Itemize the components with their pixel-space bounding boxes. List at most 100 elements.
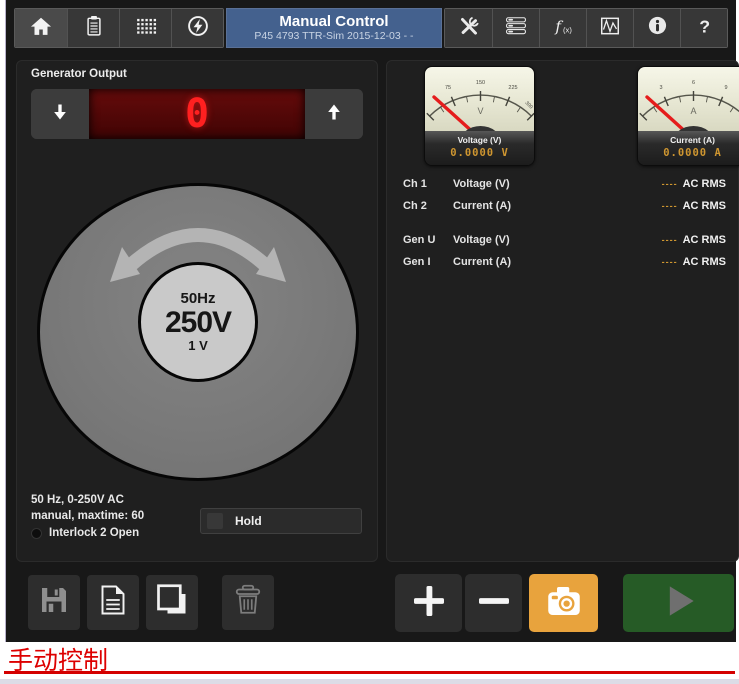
voltage-meter-band: Voltage (V) 0.0000 V [425,131,534,166]
toolbar-left-group [14,8,224,48]
snapshot-button[interactable] [529,574,598,632]
channel-value: ---- [662,179,678,189]
channel-unit: AC RMS [683,256,726,268]
save-icon [36,582,72,623]
channel-id: Gen I [403,256,453,268]
dial-knob[interactable]: 50Hz 250V 1 V [138,262,258,382]
plus-icon [409,581,449,626]
svg-text:f: f [554,17,563,35]
meter-unit-letter: A [690,106,696,116]
knob-frequency: 50Hz [180,290,215,307]
generator-info: 50 Hz, 0-250V AC manual, maxtime: 60 Int… [31,492,144,541]
channel-id: Ch 2 [403,200,453,212]
meter-needle [647,97,694,131]
document-icon [95,582,131,623]
hold-checkbox[interactable] [207,513,223,529]
power-button[interactable] [171,9,223,47]
copy-icon [154,582,190,623]
tick-label: 6 [692,80,695,86]
rotary-dial[interactable]: 50Hz 250V 1 V [37,183,359,481]
output-value: 0 [185,91,209,137]
svg-text:(x): (x) [563,25,572,34]
power-icon [184,12,212,45]
tick-label: 225 [508,85,517,91]
new-document-button[interactable] [87,575,139,630]
home-button[interactable] [15,9,67,47]
report-button[interactable] [67,9,119,47]
increase-button[interactable] [305,89,363,139]
channel-unit: AC RMS [683,178,726,190]
play-icon [657,579,701,628]
meter-unit-letter: V [477,106,483,116]
channel-id: Ch 1 [403,178,453,190]
channel-row: Ch 2 Current (A) ---- AC RMS [403,198,726,213]
output-value-display: 0 [89,89,305,139]
camera-icon [543,580,585,627]
save-button[interactable] [28,575,80,630]
waveform-icon [597,13,623,44]
meter-name: Current (A) [638,131,739,145]
grid-icon [133,13,159,44]
function-icon: f(x) [548,12,578,45]
help-button[interactable]: ? [680,9,727,47]
current-meter-band: Current (A) 0.0000 A [638,131,739,166]
app-window: Manual Control P45 4793 TTR-Sim 2015-12-… [5,0,736,642]
interlock-row: Interlock 2 Open [31,525,144,541]
knob-step: 1 V [188,338,208,354]
interlock-indicator [31,528,42,539]
waveform-button[interactable] [586,9,633,47]
arrow-up-icon [324,102,344,127]
decrease-button[interactable] [31,89,89,139]
range-text: 50 Hz, 0-250V AC [31,492,144,508]
voltage-meter-face: 75 150 225 300 V [425,67,534,131]
channel-unit: AC RMS [683,200,726,212]
generator-heading: Generator Output [31,68,127,80]
info-button[interactable] [633,9,680,47]
channel-row: Gen U Voltage (V) ---- AC RMS [403,232,726,247]
settings-button[interactable] [445,9,492,47]
tick-label: 3 [659,85,662,91]
checklist-icon [81,13,107,44]
channel-row: Gen I Current (A) ---- AC RMS [403,254,726,269]
mode-text: manual, maxtime: 60 [31,508,144,524]
knob-voltage: 250V [165,307,231,338]
voltage-meter: 75 150 225 300 V Voltage (V) 0.0000 V [424,66,535,166]
minus-icon [474,581,514,626]
info-icon [644,12,671,44]
channel-row: Ch 1 Voltage (V) ---- AC RMS [403,176,726,191]
page-title: Manual Control [279,13,388,30]
channel-name: Voltage (V) [453,234,662,246]
tick-label: 150 [476,80,485,86]
hold-button[interactable]: Hold [200,508,362,534]
formula-button[interactable]: f(x) [539,9,586,47]
start-button[interactable] [623,574,734,632]
channel-name: Current (A) [453,256,662,268]
matrix-button[interactable] [119,9,171,47]
output-display-row: 0 [31,89,363,139]
current-meter: 3 6 9 12 A Current (A) 0.0000 A [637,66,739,166]
channel-value: ---- [662,235,678,245]
title-block: Manual Control P45 4793 TTR-Sim 2015-12-… [226,8,442,48]
meter-name: Voltage (V) [425,131,534,145]
channel-name: Voltage (V) [453,178,662,190]
tick-label: 300 [524,100,534,110]
meter-needle [434,97,481,131]
tick-label: 75 [445,85,451,91]
generator-panel: Generator Output 0 [16,60,378,562]
svg-text:?: ? [699,16,710,36]
tick-label: 9 [724,85,727,91]
device-list-button[interactable] [492,9,539,47]
decrement-button[interactable] [465,574,522,632]
delete-button[interactable] [222,575,274,630]
caption-rule [4,671,735,674]
device-list-icon [503,13,529,44]
page-bottom-strip [0,679,739,684]
trash-icon [230,582,266,623]
channel-unit: AC RMS [683,234,726,246]
increment-button[interactable] [395,574,462,632]
home-icon [28,13,54,44]
copy-button[interactable] [146,575,198,630]
toolbar-right-group: f(x) ? [444,8,728,48]
channel-value: ---- [662,257,678,267]
interlock-label: Interlock 2 Open [49,525,139,541]
